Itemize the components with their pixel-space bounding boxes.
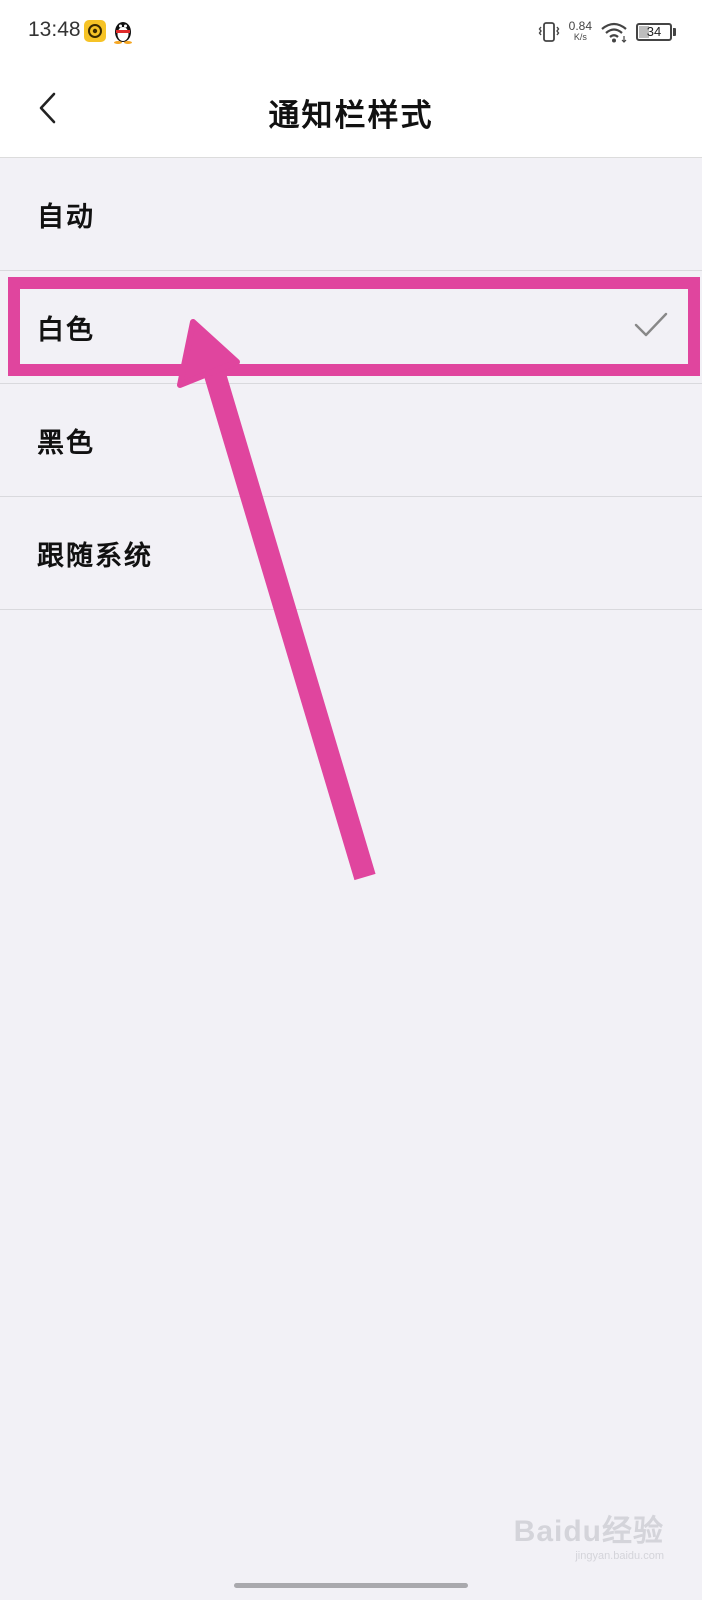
option-label: 白色 bbox=[37, 315, 95, 346]
wifi-icon bbox=[601, 22, 627, 43]
app-notification-icon bbox=[84, 20, 106, 42]
home-indicator[interactable] bbox=[234, 1583, 468, 1588]
network-speed-unit: K/s bbox=[573, 32, 587, 42]
option-label: 跟随系统 bbox=[37, 541, 153, 572]
option-label: 自动 bbox=[37, 202, 95, 233]
battery-tip bbox=[673, 28, 676, 36]
option-auto[interactable]: 自动 bbox=[0, 158, 702, 271]
status-time: 13:48 bbox=[28, 18, 81, 41]
watermark-url: jingyan.baidu.com bbox=[575, 1550, 664, 1562]
page-title: 通知栏样式 bbox=[268, 98, 434, 134]
battery-icon: 34 bbox=[636, 23, 672, 41]
network-speed-value: 0.84 bbox=[568, 19, 592, 33]
nav-bar: 通知栏样式 bbox=[0, 64, 702, 158]
battery-level: 34 bbox=[646, 24, 662, 39]
check-icon bbox=[634, 312, 668, 337]
option-white[interactable]: 白色 bbox=[0, 271, 702, 384]
option-label: 黑色 bbox=[37, 428, 95, 459]
status-indicators: 0.84 K/s 34 bbox=[529, 16, 676, 48]
option-black[interactable]: 黑色 bbox=[0, 384, 702, 497]
option-follow-system[interactable]: 跟随系统 bbox=[0, 497, 702, 610]
watermark: Baidu经验 jingyan.baidu.com bbox=[514, 1506, 664, 1562]
option-list: 自动 白色 黑色 跟随系统 bbox=[0, 158, 702, 610]
status-bar: 13:48 0.84 K/s 34 bbox=[0, 0, 702, 64]
vibrate-icon bbox=[538, 22, 560, 42]
watermark-logo: Baidu经验 bbox=[513, 1515, 664, 1548]
network-speed: 0.84 K/s bbox=[568, 19, 592, 43]
qq-penguin-icon bbox=[114, 22, 132, 44]
